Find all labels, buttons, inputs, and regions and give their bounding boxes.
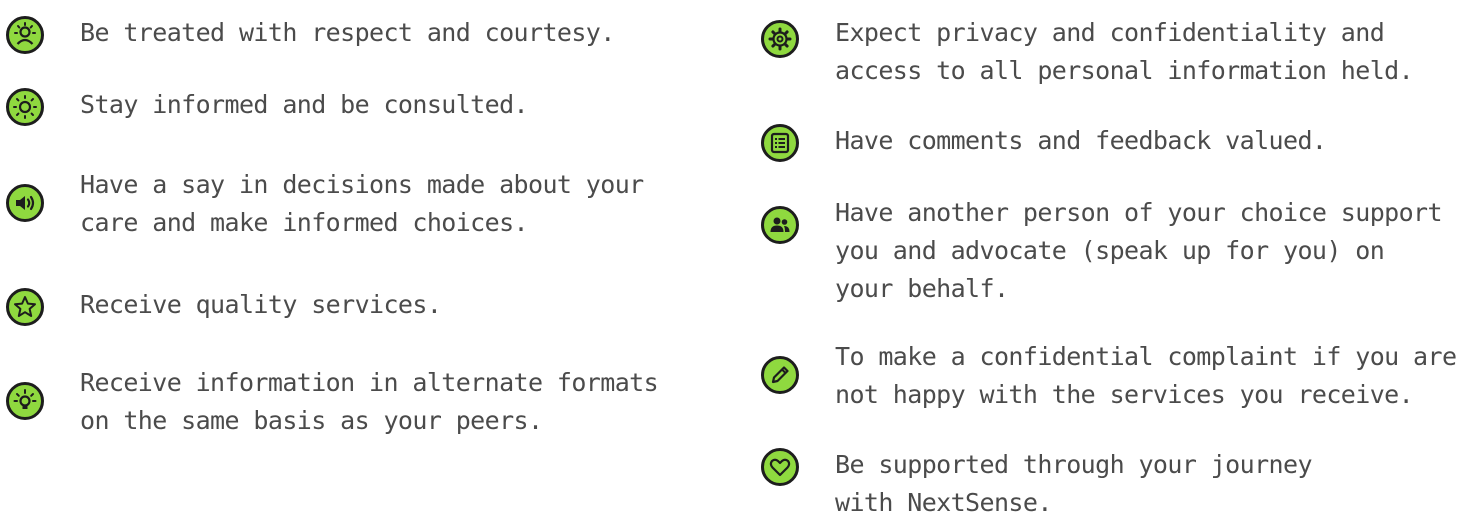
pencil-icon (761, 356, 799, 394)
right-item-text: Have comments and feedback valued. (835, 126, 1327, 155)
right-item-text: To make a confidential complaint if you … (835, 342, 1457, 409)
right-item-text: Be supported through your journey with N… (835, 450, 1313, 517)
right-item-text: Stay informed and be consulted. (80, 90, 529, 119)
right-item-text: Expect privacy and confidentiality and a… (835, 18, 1414, 85)
speaker-icon (6, 184, 44, 222)
lightbulb-icon (6, 382, 44, 420)
gear-icon (761, 20, 799, 58)
star-icon (6, 288, 44, 326)
person-icon (6, 16, 44, 54)
right-item-text: Have a say in decisions made about your … (80, 170, 644, 237)
list-icon (761, 124, 799, 162)
right-item-text: Have another person of your choice suppo… (835, 198, 1443, 303)
right-item-text: Receive quality services. (80, 290, 442, 319)
heart-icon (761, 448, 799, 486)
right-item-text: Receive information in alternate formats… (80, 368, 659, 435)
sun-icon (6, 88, 44, 126)
people-icon (761, 206, 799, 244)
right-item-text: Be treated with respect and courtesy. (80, 18, 615, 47)
